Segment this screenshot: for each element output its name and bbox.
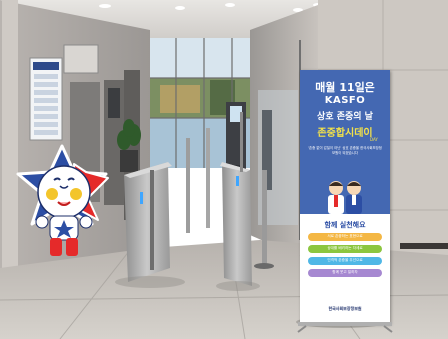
lobby-photo: 매월 11일은 KASFO 상호 존중의 날 존중합시데이 DAY '존중 없이… bbox=[0, 0, 448, 339]
event-banner: 매월 11일은 KASFO 상호 존중의 날 존중합시데이 DAY '존중 없이… bbox=[300, 70, 390, 324]
mascot-cutout bbox=[16, 144, 109, 256]
banner-pledge-title: 함께 실천해요 bbox=[324, 221, 366, 229]
banner-action-3: 인격적 존중을 우선으로 bbox=[327, 258, 363, 262]
banner-figures-illustration bbox=[328, 181, 362, 214]
banner-brand: KASFO bbox=[324, 95, 366, 106]
banner-action-1: 서로 존중하는 표현으로 bbox=[327, 234, 363, 238]
banner-respect-day: 상호 존중의 날 bbox=[317, 112, 373, 122]
banner-date-line: 매월 11일은 bbox=[315, 81, 375, 94]
banner-action-2: 상대를 배려하는 자세로 bbox=[327, 246, 363, 250]
banner-stand-base bbox=[297, 322, 393, 333]
banner-intro-text: '존중 없이 갑질이 아닌' 상호 존중을 한국사회보장정보원이 되겠습니다 bbox=[308, 146, 382, 155]
banner-day-small: DAY bbox=[370, 137, 378, 142]
banner-footer-logo: 한국사회보장정보원 bbox=[328, 306, 362, 311]
banner-action-4: 함께 웃고 일하자 bbox=[332, 270, 358, 274]
